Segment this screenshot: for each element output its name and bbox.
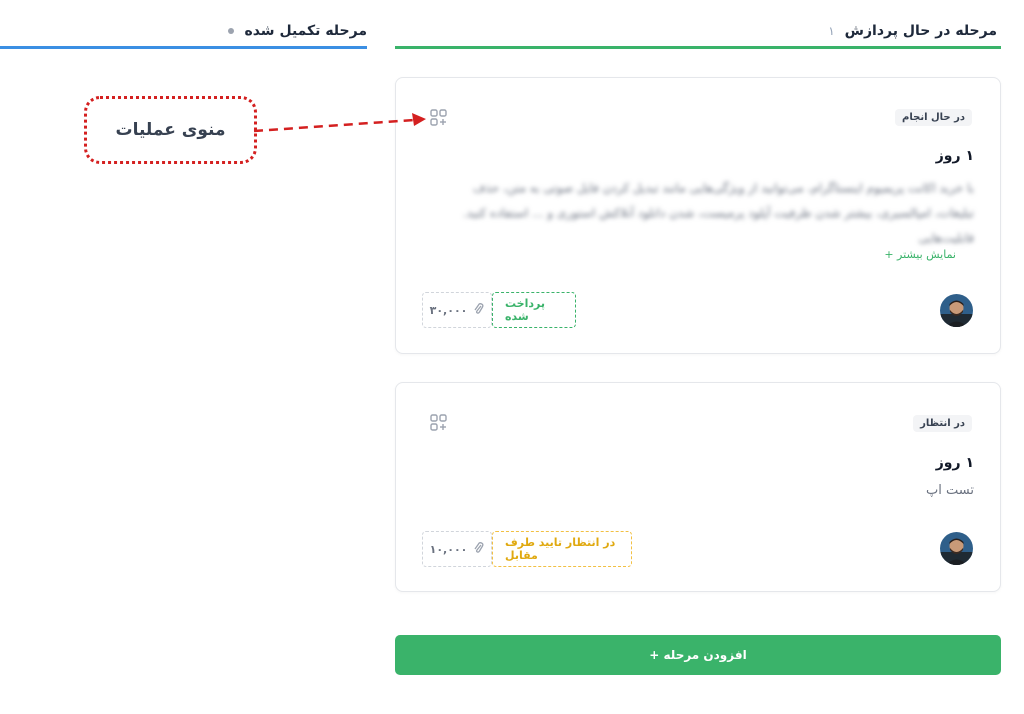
paperclip-icon <box>473 541 484 557</box>
user-avatar[interactable] <box>940 532 973 565</box>
column-count-processing: ۱ <box>828 24 835 38</box>
column-title-processing: مرحله در حال پردازش <box>844 23 997 39</box>
payment-status: پرداخت شده <box>492 292 576 328</box>
add-stage-button[interactable]: افزودن مرحله + <box>395 635 1001 675</box>
payment-badges: ۳۰,۰۰۰ پرداخت شده <box>422 292 576 328</box>
operations-menu-icon[interactable] <box>429 108 449 128</box>
stage-duration: ۱ روز <box>935 148 974 164</box>
paperclip-icon <box>473 302 484 318</box>
stage-description: تست اپ <box>926 483 974 498</box>
column-header-completed: مرحله تکمیل شده <box>0 14 367 48</box>
user-avatar[interactable] <box>940 294 973 327</box>
column-dot-completed <box>228 28 235 34</box>
show-more-link[interactable]: نمایش بیشتر + <box>884 248 956 261</box>
column-underline-processing <box>395 46 1001 49</box>
payment-badges: ۱۰,۰۰۰ در انتظار تایید طرف مقابل <box>422 531 632 567</box>
amount-value: ۳۰,۰۰۰ <box>429 303 468 317</box>
status-badge: در حال انجام <box>895 109 972 126</box>
stage-duration: ۱ روز <box>935 455 974 471</box>
callout-label: منوی عملیات <box>115 120 226 140</box>
stage-card: در حال انجام ۱ روز با خرید اکانت پریمیوم… <box>395 77 1001 354</box>
callout-arrow-icon <box>253 113 426 133</box>
column-title-completed: مرحله تکمیل شده <box>244 23 367 39</box>
amount-value: ۱۰,۰۰۰ <box>429 542 468 556</box>
stage-description: با خرید اکانت پریمیوم اینستاگرام، می‌توا… <box>462 181 974 245</box>
amount-box: ۳۰,۰۰۰ <box>422 292 492 328</box>
amount-box: ۱۰,۰۰۰ <box>422 531 492 567</box>
operations-menu-icon[interactable] <box>429 413 449 433</box>
status-badge: در انتظار <box>913 415 972 432</box>
payment-status: در انتظار تایید طرف مقابل <box>492 531 632 567</box>
stage-card: در انتظار ۱ روز تست اپ ۱۰,۰۰۰ در انتظار … <box>395 382 1001 592</box>
column-header-processing: مرحله در حال پردازش ۱ <box>395 14 1001 48</box>
operations-menu-callout: منوی عملیات <box>84 96 257 164</box>
column-underline-completed <box>0 46 367 49</box>
